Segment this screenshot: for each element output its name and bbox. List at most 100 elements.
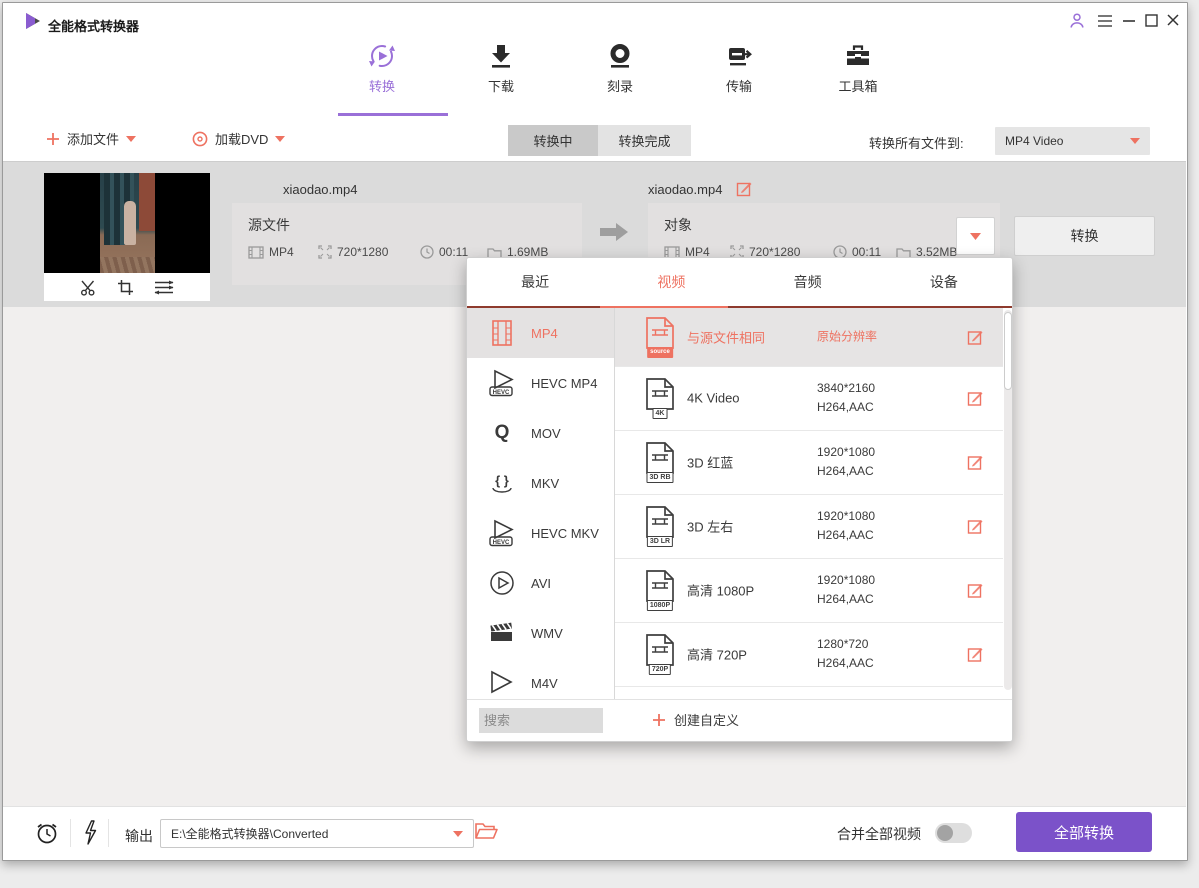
toggle-knob bbox=[937, 825, 953, 841]
format-item-mp4[interactable]: MP4 bbox=[467, 308, 614, 358]
target-section-label: 对象 bbox=[664, 215, 692, 235]
dvd-disc-icon bbox=[192, 131, 208, 147]
schedule-alarm-icon[interactable] bbox=[34, 820, 60, 846]
convert-button-label: 转换 bbox=[1071, 226, 1099, 246]
matroska-braces-icon: { } bbox=[487, 468, 517, 498]
caret-down-icon bbox=[453, 831, 463, 837]
format-item-mkv[interactable]: { } MKV bbox=[467, 458, 614, 508]
film-icon bbox=[248, 246, 264, 259]
format-label: MKV bbox=[531, 476, 559, 491]
preset-row-3d-lr[interactable]: 3D LR 3D 左右 1920*1080 H264,AAC bbox=[615, 494, 1003, 559]
edit-preset-icon[interactable] bbox=[967, 454, 984, 471]
format-item-hevc-mkv[interactable]: HEVC HEVC MKV bbox=[467, 508, 614, 558]
convert-button[interactable]: 转换 bbox=[1014, 216, 1155, 256]
preset-badge: source bbox=[647, 347, 673, 358]
scrollbar-thumb[interactable] bbox=[1004, 312, 1012, 390]
target-filename: xiaodao.mp4 bbox=[648, 182, 722, 197]
preset-codec: H264,AAC bbox=[817, 590, 875, 609]
trim-scissors-icon[interactable] bbox=[80, 279, 97, 296]
m4v-flag-icon bbox=[487, 668, 517, 698]
hevc-play-icon: HEVC bbox=[487, 518, 517, 548]
preset-name: 3D 红蓝 bbox=[687, 453, 733, 472]
video-thumbnail-card bbox=[44, 173, 210, 301]
edit-preset-icon[interactable] bbox=[967, 582, 984, 599]
duration-clock-icon bbox=[420, 245, 434, 259]
preset-row-source[interactable]: source 与源文件相同 原始分辨率 bbox=[615, 308, 1003, 367]
tab-transfer[interactable]: 传输 bbox=[697, 42, 781, 104]
tab-finished-label: 转换完成 bbox=[618, 131, 670, 150]
menu-icon[interactable] bbox=[1096, 14, 1114, 28]
search-input[interactable] bbox=[479, 708, 603, 733]
maximize-icon[interactable] bbox=[1145, 14, 1158, 27]
convert-all-button[interactable]: 全部转换 bbox=[1016, 812, 1152, 852]
wmv-clapperboard-icon bbox=[487, 618, 517, 648]
merge-videos-toggle[interactable] bbox=[935, 823, 972, 843]
effects-sliders-icon[interactable] bbox=[154, 279, 174, 296]
preset-row-1080p[interactable]: 1080P 高清 1080P 1920*1080 H264,AAC bbox=[615, 558, 1003, 623]
tab-burn-label: 刻录 bbox=[607, 76, 633, 95]
format-item-m4v[interactable]: M4V bbox=[467, 658, 614, 699]
tab-burn[interactable]: 刻录 bbox=[578, 42, 662, 104]
format-item-wmv[interactable]: WMV bbox=[467, 608, 614, 658]
convert-all-to-label: 转换所有文件到: bbox=[869, 133, 964, 152]
panel-tab-recent[interactable]: 最近 bbox=[467, 258, 603, 306]
preset-file-icon: 3D RB bbox=[643, 441, 677, 483]
preset-file-icon: 720P bbox=[643, 633, 677, 675]
format-item-avi[interactable]: AVI bbox=[467, 558, 614, 608]
panel-tab-audio[interactable]: 音频 bbox=[740, 258, 876, 306]
open-output-folder-icon[interactable] bbox=[474, 821, 498, 841]
source-section-label: 源文件 bbox=[248, 215, 290, 235]
preset-row-720p[interactable]: 720P 高清 720P 1280*720 H264,AAC bbox=[615, 622, 1003, 687]
panel-tab-device[interactable]: 设备 bbox=[876, 258, 1012, 306]
tab-download[interactable]: 下载 bbox=[459, 42, 543, 104]
app-window: 全能格式转换器 转换 下载 bbox=[0, 0, 1199, 888]
tab-finished[interactable]: 转换完成 bbox=[598, 125, 691, 156]
target-format-dropdown-button[interactable] bbox=[956, 217, 995, 255]
preset-spec: 3840*2160 H264,AAC bbox=[817, 379, 875, 417]
edit-preset-icon[interactable] bbox=[967, 329, 984, 346]
load-dvd-button[interactable]: 加载DVD bbox=[192, 129, 285, 148]
preset-row-4k[interactable]: 4K 4K Video 3840*2160 H264,AAC bbox=[615, 366, 1003, 431]
caret-down-icon bbox=[970, 233, 981, 240]
preset-badge: 1080P bbox=[647, 600, 673, 611]
user-account-icon[interactable] bbox=[1068, 12, 1086, 30]
rename-edit-icon[interactable] bbox=[736, 180, 753, 197]
preset-codec: H264,AAC bbox=[817, 462, 875, 481]
video-thumbnail[interactable] bbox=[44, 173, 210, 273]
source-file-icon: source bbox=[643, 316, 677, 358]
crop-icon[interactable] bbox=[117, 279, 134, 296]
caret-down-icon bbox=[1130, 138, 1140, 144]
preset-badge: 3D LR bbox=[647, 536, 673, 547]
preset-resolution: 3840*2160 bbox=[817, 379, 875, 398]
close-icon[interactable] bbox=[1166, 13, 1180, 27]
svg-text:HEVC: HEVC bbox=[493, 540, 510, 546]
format-label: WMV bbox=[531, 626, 563, 641]
plus-icon bbox=[652, 713, 666, 727]
preset-name: 4K Video bbox=[687, 391, 740, 406]
format-item-mov[interactable]: Q MOV bbox=[467, 408, 614, 458]
edit-preset-icon[interactable] bbox=[967, 646, 984, 663]
preset-spec: 1280*720 H264,AAC bbox=[817, 635, 874, 673]
output-format-select[interactable]: MP4 Video bbox=[995, 127, 1150, 155]
edit-preset-icon[interactable] bbox=[967, 390, 984, 407]
format-item-hevc-mp4[interactable]: HEVC HEVC MP4 bbox=[467, 358, 614, 408]
tab-toolbox[interactable]: 工具箱 bbox=[816, 42, 900, 104]
preset-list-scrollbar[interactable] bbox=[1004, 310, 1012, 690]
high-speed-lightning-icon[interactable] bbox=[82, 819, 98, 846]
output-path-select[interactable]: E:\全能格式转换器\Converted bbox=[160, 819, 474, 848]
tab-convert[interactable]: 转换 bbox=[340, 42, 424, 104]
tab-converting[interactable]: 转换中 bbox=[508, 125, 598, 156]
preset-name: 3D 左右 bbox=[687, 517, 733, 536]
edit-preset-icon[interactable] bbox=[967, 518, 984, 535]
preset-badge: 4K bbox=[653, 408, 668, 419]
preset-resolution: 1920*1080 bbox=[817, 443, 875, 462]
transfer-icon bbox=[725, 42, 753, 70]
add-files-button[interactable]: 添加文件 bbox=[46, 129, 136, 148]
preset-row-3d-rb[interactable]: 3D RB 3D 红蓝 1920*1080 H264,AAC bbox=[615, 430, 1003, 495]
panel-tab-video[interactable]: 视频 bbox=[603, 258, 739, 306]
thumbnail-toolbar bbox=[44, 273, 210, 301]
create-custom-button[interactable]: 创建自定义 bbox=[652, 710, 739, 729]
source-resolution: 720*1280 bbox=[337, 245, 388, 259]
preset-name: 与源文件相同 bbox=[687, 328, 765, 347]
minimize-icon[interactable] bbox=[1122, 19, 1136, 23]
